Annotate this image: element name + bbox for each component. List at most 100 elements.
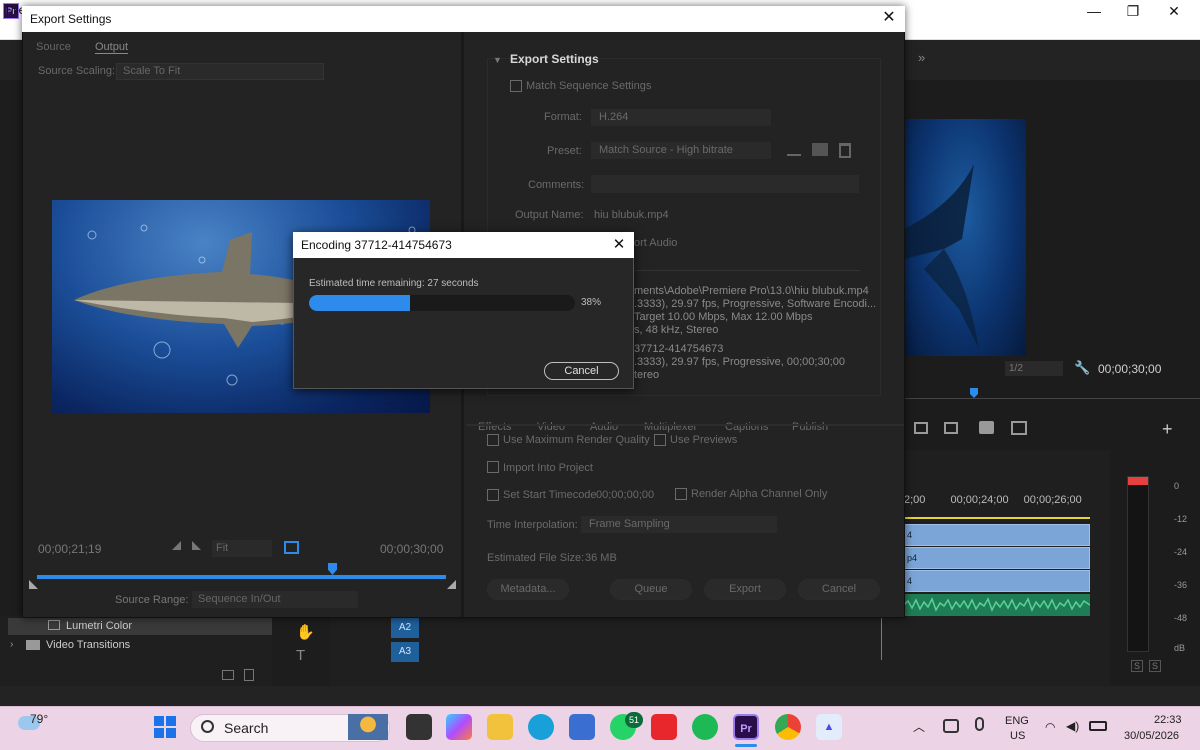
start-timecode-checkbox[interactable] [487, 489, 499, 501]
work-area-bar[interactable] [904, 517, 1090, 519]
close-icon[interactable]: ✕ [878, 8, 900, 28]
video-clip[interactable]: 4 [904, 524, 1090, 546]
source-scaling-select[interactable]: Scale To Fit [116, 63, 324, 80]
comments-input[interactable] [591, 175, 859, 193]
meter-peak-indicator [1128, 477, 1148, 485]
queue-button[interactable]: Queue [610, 579, 692, 600]
match-sequence-checkbox[interactable] [510, 80, 522, 92]
chrome-icon[interactable] [775, 714, 801, 740]
aspect-icon[interactable] [284, 541, 299, 554]
spotify-icon[interactable] [692, 714, 718, 740]
render-alpha-checkbox[interactable] [675, 488, 687, 500]
tab-source[interactable]: Source [36, 41, 71, 53]
security-icon[interactable] [943, 719, 959, 733]
video-clip[interactable]: 4 [904, 570, 1090, 592]
out-point-icon[interactable] [447, 580, 456, 589]
file-explorer-icon[interactable] [487, 714, 513, 740]
timeline-ruler[interactable]: 2;00 00;00;24;00 00;00;26;00 [904, 494, 1082, 506]
app-icon[interactable]: ▲ [816, 714, 842, 740]
audio-clip[interactable] [903, 594, 1091, 616]
microphone-icon[interactable] [975, 717, 984, 731]
minimize-button[interactable]: — [1074, 0, 1114, 22]
clock-date[interactable]: 30/05/2026 [1124, 730, 1179, 742]
tab-captions[interactable]: Captions [725, 421, 768, 433]
program-scrubber[interactable] [904, 398, 1200, 399]
video-transitions-label[interactable]: Video Transitions [46, 639, 130, 651]
weather-temp[interactable]: 79° [30, 712, 48, 726]
store-icon[interactable] [569, 714, 595, 740]
export-audio-label[interactable]: ort Audio [634, 237, 677, 249]
app-close-button[interactable]: ✕ [1154, 0, 1194, 22]
format-select[interactable]: H.264 [591, 109, 771, 126]
chevron-down-icon[interactable]: ▼ [493, 55, 502, 65]
clock-time[interactable]: 22:33 [1154, 714, 1182, 726]
add-icon[interactable]: + [1162, 419, 1173, 440]
delete-preset-icon[interactable] [839, 143, 851, 158]
maximize-button[interactable]: ❐ [1113, 0, 1153, 22]
battery-icon[interactable] [1089, 721, 1107, 731]
language-indicator[interactable]: ENG [1005, 715, 1029, 727]
fit-select[interactable]: Fit [212, 540, 272, 557]
new-bin-icon[interactable] [222, 670, 234, 680]
max-render-checkbox[interactable] [487, 434, 499, 446]
tab-multiplexer[interactable]: Multiplexer [644, 421, 697, 433]
tab-effects[interactable]: Effects [478, 421, 511, 433]
wifi-icon[interactable]: ◠ [1045, 720, 1055, 734]
track-a3-button[interactable]: A3 [391, 642, 419, 662]
wrench-icon[interactable]: 🔧 [1074, 360, 1090, 376]
timeline-playhead-line [881, 616, 882, 660]
encoding-cancel-button[interactable]: Cancel [544, 362, 619, 380]
track-a2-button[interactable]: A2 [391, 618, 419, 638]
tabs-divider [466, 424, 904, 426]
use-previews-checkbox[interactable] [654, 434, 666, 446]
tab-video[interactable]: Video [537, 421, 565, 433]
tab-publish[interactable]: Publish [792, 421, 828, 433]
region-indicator[interactable]: US [1010, 730, 1025, 742]
cancel-button[interactable]: Cancel [798, 579, 880, 600]
wps-icon[interactable] [651, 714, 677, 740]
import-project-checkbox[interactable] [487, 461, 499, 473]
windows-start-icon[interactable] [154, 716, 176, 738]
import-preset-icon[interactable] [812, 143, 828, 156]
preset-select[interactable]: Match Source - High bitrate [591, 142, 771, 159]
set-in-icon[interactable] [172, 541, 181, 550]
in-point-icon[interactable] [29, 580, 38, 589]
export-button[interactable]: Export [704, 579, 786, 600]
trash-icon[interactable] [244, 669, 254, 681]
tab-output[interactable]: Output [95, 41, 129, 54]
chevron-right-icon[interactable]: › [10, 639, 13, 650]
time-interp-select[interactable]: Frame Sampling [581, 516, 777, 533]
copilot-icon[interactable] [446, 714, 472, 740]
start-timecode-value[interactable]: 00;00;00;00 [596, 489, 654, 501]
output-name-link[interactable]: hiu blubuk.mp4 [594, 209, 669, 221]
tab-audio[interactable]: Audio [590, 421, 618, 433]
close-icon[interactable]: ✕ [609, 235, 629, 255]
match-sequence-label: Match Sequence Settings [526, 80, 652, 92]
save-preset-icon[interactable] [787, 144, 801, 156]
use-previews-label: Use Previews [670, 434, 738, 446]
solo-button[interactable]: S [1131, 660, 1143, 672]
chevron-right-icon[interactable]: » [918, 50, 925, 65]
insert-icon[interactable] [914, 422, 928, 434]
chevron-up-icon[interactable]: ︿ [913, 718, 925, 735]
program-fit-select[interactable]: 1/2 [1005, 361, 1063, 376]
source-range-bar[interactable] [37, 575, 446, 579]
set-out-icon[interactable] [192, 541, 201, 550]
summary-line: .3333), 29.97 fps, Progressive, 00;00;30… [634, 356, 845, 368]
premiere-taskbar-icon[interactable]: Pr [733, 714, 759, 740]
metadata-button[interactable]: Metadata... [487, 579, 569, 600]
type-tool-icon[interactable]: T [296, 647, 305, 664]
solo-button[interactable]: S [1149, 660, 1161, 672]
output-name-label: Output Name: [515, 209, 584, 221]
source-range-select[interactable]: Sequence In/Out [192, 591, 358, 608]
hand-tool-icon[interactable]: ✋ [296, 623, 315, 641]
edge-icon[interactable] [528, 714, 554, 740]
est-size-label: Estimated File Size: [487, 552, 585, 564]
task-view-icon[interactable] [406, 714, 432, 740]
compare-icon[interactable] [1011, 421, 1027, 435]
overwrite-icon[interactable] [944, 422, 958, 434]
camera-icon[interactable] [979, 421, 994, 434]
volume-icon[interactable]: ◀) [1066, 719, 1079, 733]
video-clip[interactable]: p4 [904, 547, 1090, 569]
program-video-frame [904, 119, 1026, 356]
